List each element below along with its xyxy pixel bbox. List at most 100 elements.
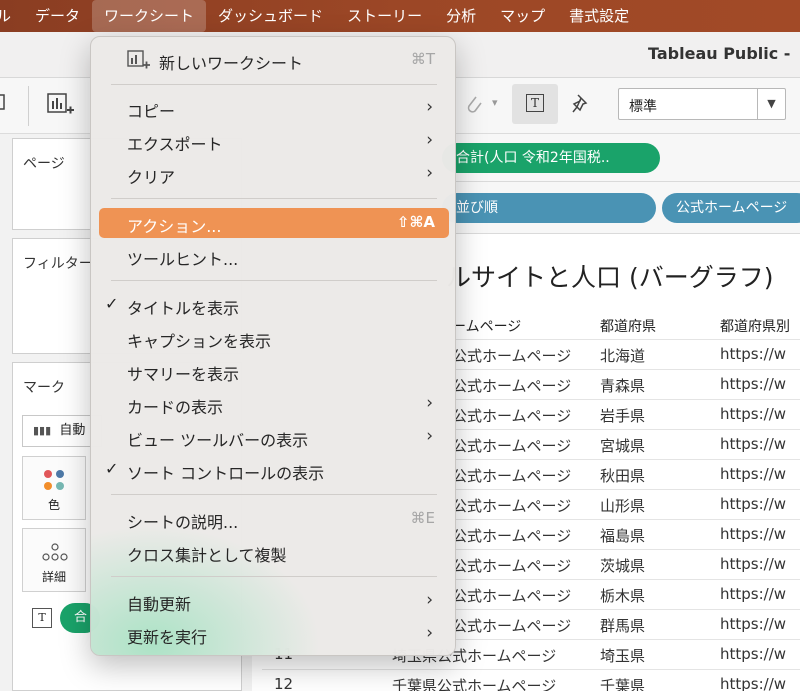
menu-map[interactable]: マップ (488, 0, 557, 32)
mark-type-value: 自動 (59, 423, 86, 438)
new-worksheet-icon (127, 49, 151, 75)
url-cell: https://w (720, 345, 787, 363)
homepage-cell: 公式ホームページ (452, 407, 572, 425)
menu-item-show-summary[interactable]: サマリーを表示 (99, 356, 449, 386)
window-title: Tableau Public - (648, 44, 791, 63)
menu-story[interactable]: ストーリー (335, 0, 434, 32)
menu-item-tooltip[interactable]: ツールヒント... (99, 241, 449, 271)
homepage-field-pill[interactable]: 公式ホームページ (662, 193, 800, 223)
menu-item-auto-update[interactable]: 自動更新 › (99, 586, 449, 616)
chevron-right-icon: › (426, 130, 433, 150)
menu-item-label: キャプションを表示 (127, 332, 272, 351)
menu-item-new-worksheet[interactable]: 新しいワークシート ⌘T (99, 45, 449, 75)
menu-item-duplicate-crosstab[interactable]: クロス集計として複製 (99, 537, 449, 567)
text-icon: T (526, 94, 544, 112)
checkmark-icon: ✓ (105, 459, 119, 478)
menu-item-copy[interactable]: コピー › (99, 93, 449, 123)
menu-item-export[interactable]: エクスポート › (99, 126, 449, 156)
row-number: 12 (274, 675, 294, 691)
url-cell: https://w (720, 615, 787, 633)
chevron-right-icon: › (426, 590, 433, 610)
show-mark-labels-button[interactable]: T (512, 84, 558, 124)
menu-item-label: サマリーを表示 (127, 365, 240, 384)
menu-item-label: エクスポート (127, 135, 223, 154)
menu-separator (111, 280, 437, 281)
menu-item-label: ビュー ツールバーの表示 (127, 431, 309, 450)
chevron-right-icon: › (426, 393, 433, 413)
menu-format[interactable]: 書式設定 (557, 0, 641, 32)
rows-field-pill[interactable]: 合計(人口 令和2年国税.. (442, 143, 660, 173)
prefecture-cell: 山形県 (600, 497, 646, 515)
url-cell: https://w (720, 675, 787, 691)
bar-chart-icon: ▮▮▮ (33, 424, 52, 437)
sort-field-pill[interactable]: 並び順 (442, 193, 656, 223)
menu-separator (111, 494, 437, 495)
prefecture-cell: 宮城県 (600, 437, 646, 455)
menu-item-describe-sheet[interactable]: シートの説明... ⌘E (99, 504, 449, 534)
url-cell: https://w (720, 495, 787, 513)
menu-item-show-view-toolbar[interactable]: ビュー ツールバーの表示 › (99, 422, 449, 452)
truncated-toolbar-icon[interactable] (0, 92, 8, 112)
menu-data[interactable]: データ (23, 0, 92, 32)
menu-dashboard[interactable]: ダッシュボード (206, 0, 335, 32)
color-mark-label: 色 (47, 498, 60, 512)
menu-item-label: 自動更新 (127, 595, 192, 614)
text-mark-icon: T (32, 608, 52, 628)
homepage-cell: 公式ホームページ (452, 437, 572, 455)
prefecture-cell: 青森県 (600, 377, 646, 395)
url-cell: https://w (720, 585, 787, 603)
menu-item-shortcut: ⌘E (410, 509, 435, 527)
menu-item-show-cards[interactable]: カードの表示 › (99, 389, 449, 419)
chevron-right-icon: › (426, 426, 433, 446)
prefecture-cell: 埼玉県 (600, 647, 646, 665)
chevron-right-icon: › (426, 163, 433, 183)
menu-item-label: 更新を実行 (127, 628, 208, 647)
paperclip-icon[interactable] (462, 92, 486, 123)
homepage-cell: 公式ホームページ (452, 617, 572, 635)
detail-dots-icon (42, 543, 68, 561)
pin-icon[interactable] (570, 92, 592, 121)
menu-previous-truncated[interactable]: ル (0, 0, 23, 32)
menu-worksheet[interactable]: ワークシート (92, 0, 207, 32)
column-header-homepage[interactable]: ームページ (452, 316, 521, 336)
fit-select[interactable]: 標準 ▼ (618, 88, 786, 120)
prefecture-cell: 岩手県 (600, 407, 646, 425)
paperclip-dropdown-icon[interactable]: ▾ (492, 96, 498, 109)
toolbar-separator (28, 86, 29, 126)
menu-item-show-title[interactable]: ✓ タイトルを表示 (99, 290, 449, 320)
worksheet-menu-dropdown: 新しいワークシート ⌘T コピー › エクスポート › クリア › アクション.… (90, 36, 456, 656)
new-worksheet-toolbar-icon[interactable] (46, 92, 76, 123)
url-cell: https://w (720, 375, 787, 393)
menu-item-clear[interactable]: クリア › (99, 159, 449, 189)
url-cell: https://w (720, 435, 787, 453)
homepage-cell: 公式ホームページ (452, 467, 572, 485)
menu-separator (111, 84, 437, 85)
menu-item-label: 新しいワークシート (159, 54, 304, 73)
homepage-cell: 公式ホームページ (452, 557, 572, 575)
menu-item-show-caption[interactable]: キャプションを表示 (99, 323, 449, 353)
color-mark-button[interactable]: 色 (22, 456, 86, 520)
homepage-cell: 千葉県公式ホームページ (392, 677, 557, 691)
column-header-prefecture-url[interactable]: 都道府県別 (720, 316, 790, 336)
column-header-prefecture[interactable]: 都道府県 (600, 316, 656, 336)
menu-item-actions[interactable]: アクション... ⇧⌘A (99, 208, 449, 238)
prefecture-cell: 北海道 (600, 347, 646, 365)
menu-item-shortcut: ⌘T (410, 50, 435, 68)
homepage-cell: 公式ホームページ (452, 377, 572, 395)
prefecture-cell: 茨城県 (600, 557, 646, 575)
menu-analysis[interactable]: 分析 (434, 0, 488, 32)
homepage-cell: 公式ホームページ (452, 497, 572, 515)
prefecture-cell: 秋田県 (600, 467, 646, 485)
menu-item-run-update[interactable]: 更新を実行 › (99, 619, 449, 649)
filters-card-title: フィルター (23, 256, 93, 272)
menu-item-label: コピー (127, 102, 176, 121)
marks-card-title: マーク (23, 380, 65, 396)
menu-item-label: シートの説明... (127, 513, 239, 532)
menu-bar: ル データ ワークシート ダッシュボード ストーリー 分析 マップ 書式設定 (0, 0, 800, 32)
menu-item-label: ソート コントロールの表示 (127, 464, 325, 483)
menu-item-label: クリア (127, 168, 176, 187)
menu-item-show-sort-controls[interactable]: ✓ ソート コントロールの表示 (99, 455, 449, 485)
detail-mark-button[interactable]: 詳細 (22, 528, 86, 592)
color-palette-icon (44, 470, 64, 490)
detail-mark-label: 詳細 (41, 570, 66, 584)
